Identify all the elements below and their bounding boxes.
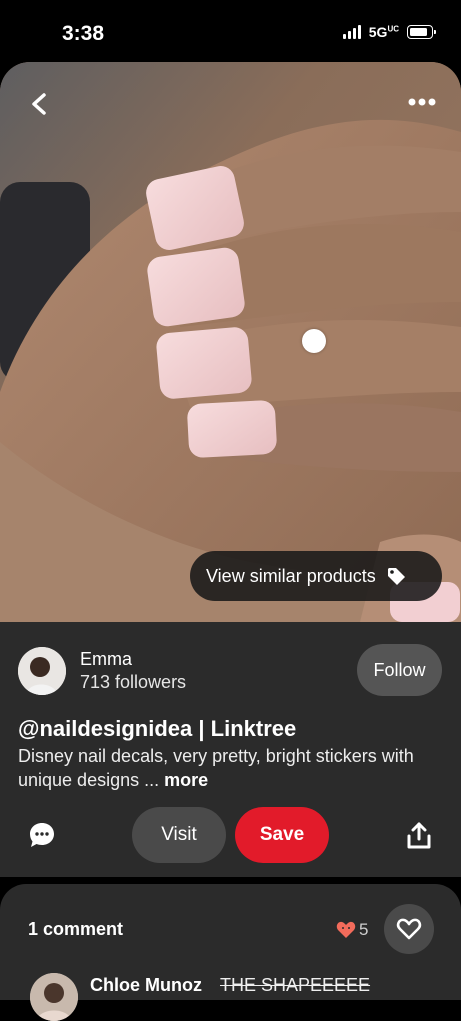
reaction-summary[interactable]: 5 — [336, 920, 368, 940]
reaction-count: 5 — [359, 920, 369, 939]
comments-count-title[interactable]: 1 comment — [28, 919, 123, 940]
status-time: 3:38 — [62, 22, 105, 45]
more-link[interactable]: more — [164, 770, 208, 790]
pin-description: Disney nail decals, very pretty, bright … — [18, 744, 438, 792]
more-horizontal-icon[interactable] — [407, 92, 437, 112]
comment-icon[interactable] — [27, 820, 57, 850]
share-icon[interactable] — [406, 822, 432, 850]
author-avatar[interactable] — [18, 647, 66, 695]
save-button[interactable]: Save — [235, 807, 329, 863]
heart-icon — [396, 918, 422, 940]
pin-detail-panel: Emma 713 followers Follow @naildesignide… — [0, 622, 461, 877]
back-chevron-icon[interactable] — [22, 90, 58, 118]
status-icons: 5GUC — [342, 24, 436, 40]
reaction-heart-icon — [336, 921, 356, 938]
author-name[interactable]: Emma — [80, 649, 132, 670]
pin-image[interactable] — [0, 62, 461, 622]
signal-icon — [342, 25, 361, 39]
visit-button[interactable]: Visit — [132, 807, 226, 863]
network-label: 5GUC — [368, 24, 399, 40]
heart-button[interactable] — [384, 904, 434, 954]
product-hotspot[interactable] — [302, 329, 326, 353]
comment-text: THE SHAPEEEEE — [220, 975, 371, 995]
comment-author[interactable]: Chloe Munoz — [90, 975, 202, 996]
commenter-avatar[interactable] — [30, 973, 78, 1021]
comments-panel: 1 comment 5 Chloe Munoz THE SHAPEEEEE — [0, 884, 461, 1021]
tag-icon — [386, 566, 406, 586]
follow-button[interactable]: Follow — [357, 644, 442, 696]
view-similar-products-button[interactable]: View similar products — [190, 551, 442, 601]
view-similar-label: View similar products — [206, 565, 376, 586]
status-bar: 3:38 5GUC — [0, 0, 461, 62]
pin-title[interactable]: @naildesignidea | Linktree — [18, 716, 296, 742]
pin-description-text: Disney nail decals, very pretty, bright … — [18, 746, 414, 790]
author-followers: 713 followers — [80, 672, 187, 692]
battery-icon — [407, 25, 436, 39]
